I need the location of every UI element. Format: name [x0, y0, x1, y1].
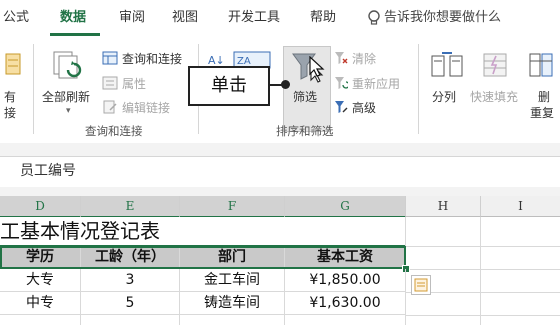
tab-developer[interactable]: 开发工具 [228, 0, 280, 36]
table-cell[interactable]: 3 [81, 269, 180, 292]
group-divider [418, 44, 419, 134]
formula-bar-gap [0, 143, 560, 156]
reapply-icon [334, 75, 350, 89]
chevron-down-icon[interactable]: ▾ [66, 106, 71, 116]
column-header-i[interactable]: I [481, 196, 560, 217]
partial-label-2: 接 [4, 106, 17, 120]
split-column-icon[interactable] [430, 50, 464, 80]
table-cell[interactable]: 大专 [0, 269, 81, 292]
remove-duplicates-label-2: 重复 [530, 106, 555, 120]
clear-filter-icon [334, 50, 348, 64]
properties-button[interactable]: 属性 [122, 75, 146, 92]
column-header-f[interactable]: F [180, 196, 285, 218]
properties-icon [102, 75, 118, 90]
split-column-button[interactable]: 分列 [432, 88, 456, 105]
group-label-queries: 查询和连接 [85, 124, 143, 138]
formula-bar-value[interactable]: 员工编号 [20, 160, 76, 182]
tell-me-search[interactable]: 告诉我你想要做什么 [384, 0, 501, 36]
edit-links-button[interactable]: 编辑链接 [122, 99, 170, 116]
formula-bar-gap [0, 187, 560, 196]
flash-fill-icon[interactable] [480, 50, 512, 80]
group-divider [33, 44, 34, 134]
edit-links-icon [102, 99, 118, 114]
gridline [405, 315, 560, 316]
gridline [480, 217, 481, 325]
queries-connections-button[interactable]: 查询和连接 [122, 50, 182, 67]
sheet-title: 工基本情况登记表 [0, 219, 160, 243]
ribbon: 有 接 全部刷新 ▾ 查询和连接 属性 编辑链接 查询和连接 A↓ ZA 筛选 清… [0, 36, 560, 144]
refresh-all-button[interactable]: 全部刷新 [42, 88, 90, 105]
lightbulb-icon [365, 9, 383, 27]
filter-button[interactable]: 筛选 [293, 88, 317, 105]
mouse-cursor-icon [309, 55, 325, 78]
get-data-icon[interactable] [4, 50, 24, 80]
table-cell[interactable]: ¥1,630.00 [285, 292, 406, 315]
advanced-filter-icon [334, 99, 348, 113]
clear-button[interactable]: 清除 [352, 50, 376, 67]
queries-connections-icon [102, 50, 118, 65]
remove-duplicates-icon[interactable] [528, 50, 558, 80]
group-label-sort-filter: 排序和筛选 [276, 124, 334, 138]
column-header-d[interactable]: D [0, 196, 81, 218]
flash-fill-button[interactable]: 快速填充 [470, 88, 518, 105]
table-cell[interactable]: ¥1,850.00 [285, 269, 406, 292]
table-cell[interactable]: 5 [81, 292, 180, 315]
gridline [405, 269, 560, 270]
header-cell-base-salary[interactable]: 基本工资 [285, 246, 406, 269]
advanced-button[interactable]: 高级 [352, 99, 376, 116]
reapply-button[interactable]: 重新应用 [352, 75, 400, 92]
callout-pointer-dot [281, 80, 290, 89]
header-cell-seniority[interactable]: 工龄（年） [81, 246, 180, 269]
table-cell[interactable]: 金工车间 [180, 269, 285, 292]
header-cell-education[interactable]: 学历 [0, 246, 81, 269]
column-header-g[interactable]: G [285, 196, 406, 218]
tab-view[interactable]: 视图 [172, 0, 198, 36]
tab-formulas[interactable]: 公式 [3, 0, 29, 36]
tab-data[interactable]: 数据 [60, 0, 86, 36]
gridline [405, 246, 560, 247]
table-cell[interactable]: 铸造车间 [180, 292, 285, 315]
formula-bar[interactable] [0, 156, 560, 188]
quick-analysis-icon[interactable] [411, 275, 431, 295]
tab-review[interactable]: 审阅 [119, 0, 145, 36]
remove-duplicates-label-1: 删 [538, 90, 551, 104]
ribbon-tab-bar: 公式 数据 审阅 视图 开发工具 帮助 告诉我你想要做什么 [0, 0, 560, 36]
column-header-e[interactable]: E [81, 196, 180, 218]
refresh-all-icon[interactable] [50, 48, 86, 84]
tab-help[interactable]: 帮助 [310, 0, 336, 36]
header-cell-department[interactable]: 部门 [180, 246, 285, 269]
callout-box: 单击 [188, 66, 270, 106]
column-header-h[interactable]: H [406, 196, 481, 217]
table-cell[interactable]: 中专 [0, 292, 81, 315]
partial-label-1: 有 [4, 90, 17, 104]
